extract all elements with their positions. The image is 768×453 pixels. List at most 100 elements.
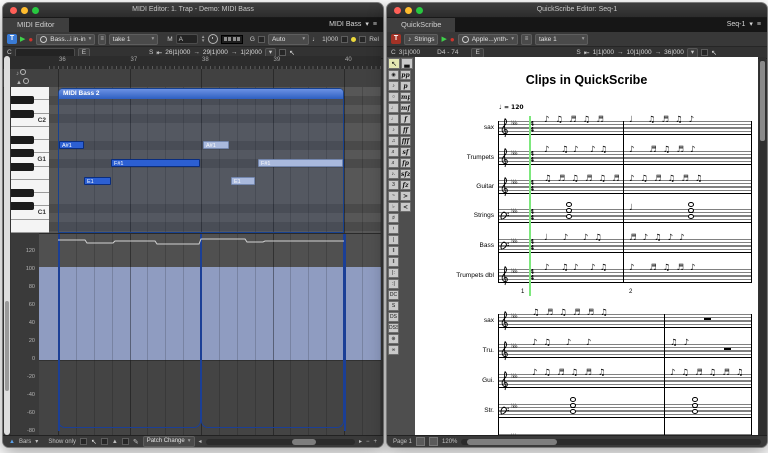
selection-checkbox[interactable] [701, 49, 708, 56]
tab-midi-editor[interactable]: MIDI Editor [3, 18, 69, 32]
midi-note[interactable]: E1 [231, 177, 255, 185]
flat-icon[interactable]: ♭ [388, 202, 399, 212]
dc-icon[interactable]: DC [388, 290, 399, 300]
note-value-icon[interactable]: ♩ [312, 36, 319, 43]
piano-black-key[interactable] [11, 136, 34, 144]
mf-icon[interactable]: mf [400, 103, 411, 113]
midi-note[interactable]: F#1 [258, 159, 343, 167]
natural-icon[interactable]: ♮ [388, 224, 399, 234]
segno-icon[interactable]: S [388, 301, 399, 311]
piano-black-key[interactable] [11, 96, 34, 104]
sixtyfourth-note-icon[interactable]: ♬ [388, 158, 399, 168]
record-enable-icon[interactable]: ● [450, 35, 455, 44]
scroll-left-icon[interactable]: ◂ [199, 438, 202, 445]
cursor-plus-icon[interactable]: ↖ [91, 438, 97, 446]
ds-icon[interactable]: DS [388, 312, 399, 322]
minimize-button[interactable] [405, 7, 412, 14]
take-dropdown[interactable]: take 1▾ [535, 34, 588, 45]
insert-type-dropdown[interactable]: Patch Change▾ [143, 436, 195, 447]
rel-checkbox[interactable] [359, 36, 366, 43]
score-scrollbar-thumb[interactable] [760, 61, 765, 141]
selection-memory-icon[interactable]: ⇤ [584, 49, 590, 57]
marker-icon[interactable]: ▲ [112, 439, 118, 445]
repeat-start-icon[interactable]: |: [388, 268, 399, 278]
event-info-button[interactable]: E [471, 48, 483, 58]
vertical-scrollbar[interactable] [4, 56, 10, 435]
glasses-icon[interactable]: ∞ [388, 345, 399, 355]
piano-black-key[interactable] [11, 189, 34, 197]
clock-icon[interactable] [208, 34, 218, 44]
fp-icon[interactable]: fp [400, 158, 411, 168]
mute-label[interactable]: M [167, 36, 172, 43]
eighth-note-icon[interactable]: ♪ [388, 125, 399, 135]
grid-checkbox[interactable] [258, 36, 265, 43]
pedal-tool[interactable]: ▃ [401, 58, 413, 69]
show-markers-checkbox[interactable] [101, 438, 108, 445]
quarter-note-icon[interactable]: ♩ [388, 114, 399, 124]
bar-ruler[interactable]: 3637383940 [3, 56, 381, 70]
play-enable-icon[interactable]: ▶ [20, 35, 25, 43]
show-notes-checkbox[interactable] [80, 438, 87, 445]
cursor-icon[interactable]: ↖ [711, 49, 717, 57]
pencil-icon[interactable]: ✎ [133, 438, 139, 446]
track-dropdown[interactable]: ♪Strings [404, 34, 438, 45]
coda-icon[interactable]: ⊕ [388, 334, 399, 344]
time-format-dropdown[interactable]: Bars [19, 439, 31, 445]
page-back-icon[interactable] [416, 437, 425, 446]
midi-note[interactable]: A#1 [203, 141, 229, 149]
output-device-dropdown[interactable]: Bass...i in-in▾ [36, 34, 95, 45]
tie-icon[interactable]: ~ [388, 191, 399, 201]
fff-icon[interactable]: fff [400, 136, 411, 146]
take-list-icon[interactable]: ≡ [521, 34, 532, 45]
piano-keyboard[interactable]: C2G1C1 [11, 87, 49, 233]
sfz-icon[interactable]: sfz [400, 169, 411, 179]
track-selector[interactable]: MIDI Bass [329, 18, 361, 32]
eye-icon[interactable]: ◉ [388, 70, 399, 80]
whole-note-icon[interactable]: ○ [388, 92, 399, 102]
take-list-icon[interactable]: ≡ [98, 34, 105, 45]
take-dropdown[interactable]: take 1▾ [109, 34, 158, 45]
midi-note[interactable]: E1 [84, 177, 111, 185]
triplet-icon[interactable]: 3 [388, 180, 399, 190]
decrescendo-icon[interactable]: > [400, 191, 411, 201]
clip-title-bar[interactable]: MIDI Bass 2 [59, 89, 343, 99]
insert-checkbox[interactable] [122, 438, 129, 445]
double-barline-icon[interactable]: ‖ [388, 246, 399, 256]
horizontal-scrollbar[interactable] [206, 439, 355, 445]
stepper-icon[interactable]: ▲▼ [201, 35, 205, 43]
track-color-button[interactable]: T [391, 34, 401, 44]
layer-field[interactable]: A [176, 34, 198, 44]
mp-icon[interactable]: mp [400, 92, 411, 102]
score-vertical-scrollbar[interactable] [759, 57, 766, 435]
chevron-down-icon[interactable]: ▾ [365, 18, 369, 32]
zoom-in-icon[interactable]: + [373, 439, 377, 445]
counter-value[interactable]: 3|1|000 [399, 49, 420, 56]
zoom-level[interactable]: 120% [442, 439, 457, 445]
fz-icon[interactable]: fz [400, 180, 411, 190]
maximize-button[interactable] [32, 7, 39, 14]
play-enable-icon[interactable]: ▶ [441, 35, 446, 43]
quickscribe-titlebar[interactable]: QuickScribe Editor: Seq-1 [387, 3, 767, 18]
grace-note-icon[interactable]: ♪ [388, 81, 399, 91]
midi-note[interactable]: A#1 [59, 141, 84, 149]
f-icon[interactable]: f [400, 114, 411, 124]
repeat-end-icon[interactable]: :| [388, 279, 399, 289]
horizontal-scrollbar[interactable] [461, 439, 761, 445]
track-color-button[interactable]: T [7, 34, 17, 44]
midi-note[interactable]: F#1 [111, 159, 200, 167]
sequence-selector[interactable]: Seq-1 [727, 18, 746, 32]
p-icon[interactable]: p [400, 81, 411, 91]
menu-icon[interactable]: ≡ [757, 18, 761, 32]
midi-editor-titlebar[interactable]: MIDI Editor: 1. Trap - Demo: MIDI Bass [3, 3, 383, 18]
piano-black-key[interactable] [11, 163, 34, 171]
time-format-icon[interactable]: ▲ [9, 439, 15, 445]
page-indicator[interactable]: Page 1 [393, 439, 412, 445]
close-button[interactable] [10, 7, 17, 14]
horizontal-scrollbar-thumb[interactable] [467, 439, 557, 445]
crescendo-icon[interactable]: < [400, 202, 411, 212]
grid-value[interactable]: 1|000 [322, 36, 338, 43]
output-device-dropdown[interactable]: Apple...ynth-▾ [458, 34, 518, 45]
barline-icon[interactable]: | [388, 235, 399, 245]
pp-icon[interactable]: pp [400, 70, 411, 80]
vertical-scrollbar-thumb[interactable] [5, 301, 9, 391]
